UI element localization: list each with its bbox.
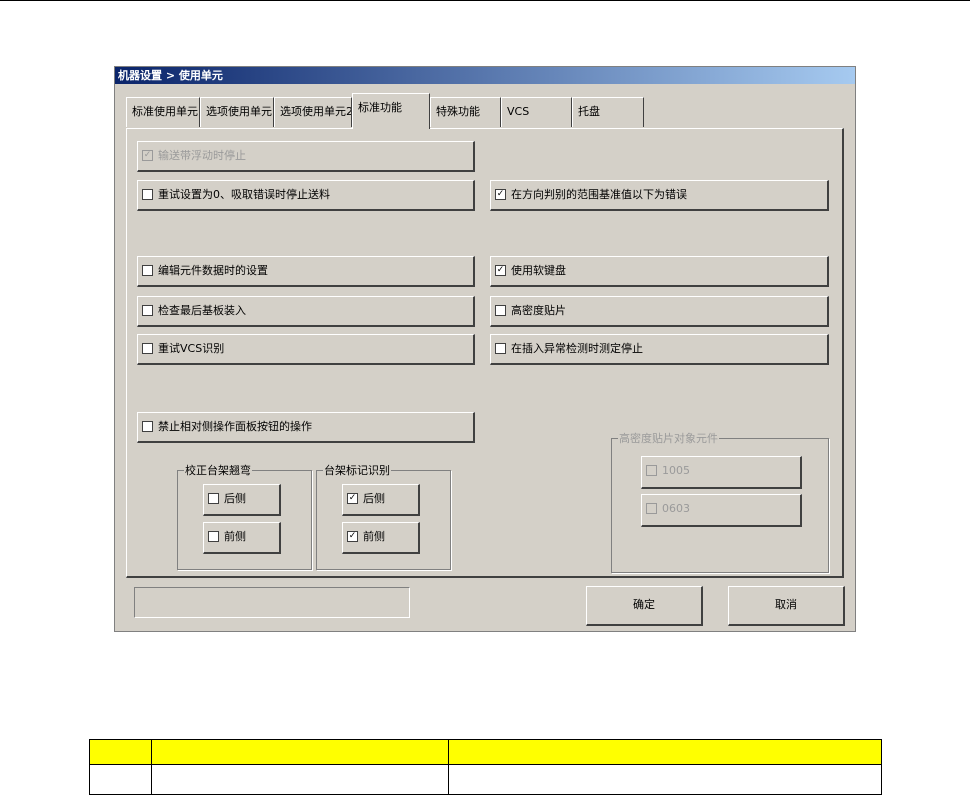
tab-standard-units[interactable]: 标准使用单元 bbox=[126, 97, 200, 127]
checkbox-warp-rear[interactable] bbox=[208, 492, 219, 504]
warp-front[interactable]: 前侧 bbox=[203, 522, 281, 554]
hd-0603-label: 0603 bbox=[662, 502, 690, 515]
group-high-density-components: 高密度贴片对象元件 1005 0603 bbox=[611, 432, 829, 573]
tab-special-functions[interactable]: 特殊功能 bbox=[430, 97, 501, 127]
table-cell bbox=[151, 764, 449, 795]
option-insert-abnormal[interactable]: 在插入异常检测时测定停止 bbox=[490, 334, 829, 365]
table-header-row bbox=[89, 739, 882, 765]
table-header-cell bbox=[448, 739, 882, 765]
option-forbid-opposite-label: 禁止相对侧操作面板按钮的操作 bbox=[158, 420, 312, 433]
cancel-button[interactable]: 取消 bbox=[728, 586, 845, 626]
checkbox-retry-vcs[interactable] bbox=[142, 342, 153, 354]
checkbox-forbid-opposite[interactable] bbox=[142, 420, 153, 432]
checkbox-mark-front[interactable]: ✓ bbox=[347, 530, 358, 542]
option-retry-vcs[interactable]: 重试VCS识别 bbox=[137, 334, 475, 365]
option-check-last-board-label: 检查最后基板装入 bbox=[158, 304, 246, 317]
table-row bbox=[89, 764, 882, 795]
group-mark-title: 台架标记识别 bbox=[323, 464, 391, 477]
option-direction-error[interactable]: ✓ 在方向判别的范围基准值以下为错误 bbox=[490, 180, 829, 211]
option-forbid-opposite[interactable]: 禁止相对侧操作面板按钮的操作 bbox=[137, 412, 475, 443]
dialog-title: 机器设置 > 使用单元 bbox=[115, 67, 855, 84]
checkbox-warp-front[interactable] bbox=[208, 530, 219, 542]
checkbox-high-density[interactable] bbox=[495, 304, 506, 316]
option-edit-component-label: 编辑元件数据时的设置 bbox=[158, 264, 268, 277]
tab-tray[interactable]: 托盘 bbox=[572, 97, 644, 127]
tab-option-units-2[interactable]: 选项使用单元2 bbox=[274, 97, 352, 127]
option-high-density[interactable]: 高密度贴片 bbox=[490, 296, 829, 327]
option-edit-component[interactable]: 编辑元件数据时的设置 bbox=[137, 256, 475, 287]
hd-1005-label: 1005 bbox=[662, 464, 690, 477]
table-cell bbox=[448, 764, 882, 795]
option-soft-keyboard[interactable]: ✓ 使用软键盘 bbox=[490, 256, 829, 287]
checkbox-direction-error[interactable]: ✓ bbox=[495, 188, 506, 200]
option-retry-zero[interactable]: 重试设置为0、吸取错误时停止送料 bbox=[137, 180, 475, 211]
option-conveyor-stop-label: 输送带浮动时停止 bbox=[158, 149, 246, 162]
option-high-density-label: 高密度贴片 bbox=[511, 304, 566, 317]
checkbox-conveyor-stop: ✓ bbox=[142, 149, 153, 161]
group-mark-recognition: 台架标记识别 ✓ 后侧 ✓ 前侧 bbox=[316, 464, 451, 570]
warp-front-label: 前侧 bbox=[224, 530, 246, 543]
option-retry-zero-label: 重试设置为0、吸取错误时停止送料 bbox=[158, 188, 330, 201]
checkbox-check-last-board[interactable] bbox=[142, 304, 153, 316]
checkbox-soft-keyboard[interactable]: ✓ bbox=[495, 264, 506, 276]
option-direction-error-label: 在方向判别的范围基准值以下为错误 bbox=[511, 188, 687, 201]
table-cell bbox=[89, 764, 152, 795]
warp-rear-label: 后侧 bbox=[224, 492, 246, 505]
tab-panel: ✓ 输送带浮动时停止 重试设置为0、吸取错误时停止送料 ✓ 在方向判别的范围基准值以… bbox=[126, 128, 844, 578]
hd-1005: 1005 bbox=[641, 456, 802, 489]
group-hd-title: 高密度贴片对象元件 bbox=[618, 432, 719, 445]
settings-dialog: 机器设置 > 使用单元 标准使用单元 选项使用单元 选项使用单元2 标准功能 特… bbox=[114, 66, 856, 632]
ok-button[interactable]: 确定 bbox=[586, 586, 703, 626]
table-header-cell bbox=[151, 739, 449, 765]
tab-standard-functions[interactable]: 标准功能 bbox=[352, 93, 430, 129]
option-soft-keyboard-label: 使用软键盘 bbox=[511, 264, 566, 277]
status-field bbox=[134, 587, 410, 618]
checkbox-edit-component[interactable] bbox=[142, 264, 153, 276]
table-header-cell bbox=[89, 739, 152, 765]
checkbox-mark-rear[interactable]: ✓ bbox=[347, 492, 358, 504]
warp-rear[interactable]: 后侧 bbox=[203, 484, 281, 516]
document-table bbox=[89, 739, 882, 795]
checkbox-insert-abnormal[interactable] bbox=[495, 342, 506, 354]
option-check-last-board[interactable]: 检查最后基板装入 bbox=[137, 296, 475, 327]
group-warp-correction: 校正台架翘弯 后侧 前侧 bbox=[177, 464, 312, 570]
tab-vcs[interactable]: VCS bbox=[501, 97, 572, 127]
mark-front[interactable]: ✓ 前侧 bbox=[342, 522, 420, 554]
option-retry-vcs-label: 重试VCS识别 bbox=[158, 342, 225, 355]
option-insert-abnormal-label: 在插入异常检测时测定停止 bbox=[511, 342, 643, 355]
mark-rear[interactable]: ✓ 后侧 bbox=[342, 484, 420, 516]
checkbox-hd-1005 bbox=[646, 464, 657, 476]
option-conveyor-stop: ✓ 输送带浮动时停止 bbox=[137, 141, 475, 172]
tab-option-units[interactable]: 选项使用单元 bbox=[200, 97, 274, 127]
checkbox-hd-0603 bbox=[646, 502, 657, 514]
checkbox-retry-zero[interactable] bbox=[142, 188, 153, 200]
group-warp-title: 校正台架翘弯 bbox=[184, 464, 252, 477]
mark-front-label: 前侧 bbox=[363, 530, 385, 543]
mark-rear-label: 后侧 bbox=[363, 492, 385, 505]
page-top-rule bbox=[0, 0, 970, 1]
hd-0603: 0603 bbox=[641, 494, 802, 527]
